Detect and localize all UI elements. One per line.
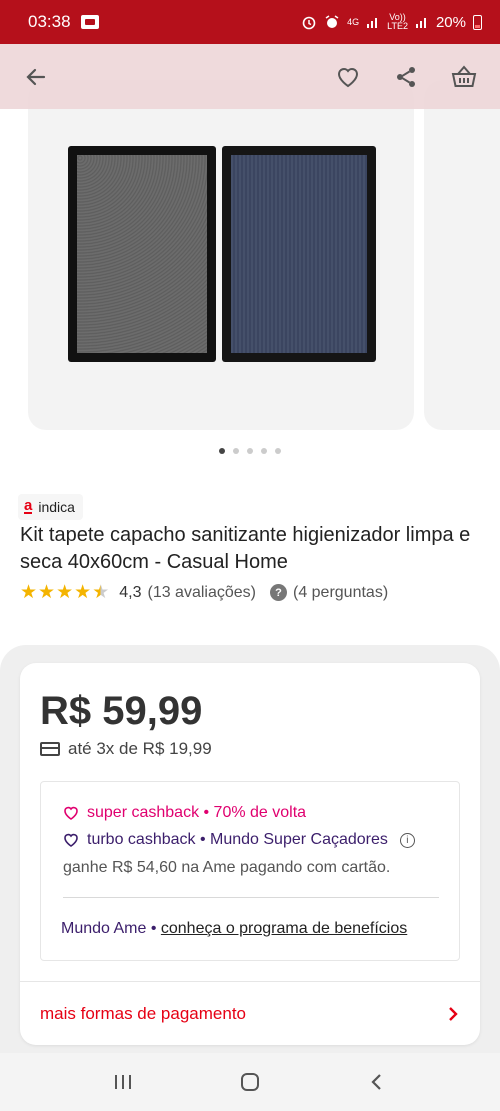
super-cashback-text: super cashback • 70% de volta bbox=[87, 804, 307, 821]
status-indicators: 4G Vo)) LTE2 20% bbox=[301, 13, 482, 31]
share-icon bbox=[397, 66, 415, 87]
half-star-icon: ★ bbox=[92, 582, 110, 603]
divider bbox=[63, 897, 439, 898]
top-action-bar bbox=[0, 44, 500, 109]
turbo-cashback-text: turbo cashback • Mundo Super Caçadores bbox=[87, 831, 388, 848]
star-icon: ★ bbox=[56, 582, 74, 603]
indica-badge: a indica bbox=[18, 494, 83, 520]
turbo-heart-icon bbox=[64, 833, 78, 847]
back-button[interactable] bbox=[18, 59, 54, 95]
back-arrow-icon bbox=[26, 68, 46, 85]
share-button[interactable] bbox=[388, 59, 424, 95]
signal-2-icon bbox=[415, 18, 426, 28]
credit-card-icon bbox=[40, 742, 60, 756]
basket-button[interactable] bbox=[446, 59, 482, 95]
status-bar: 03:38 4G Vo)) LTE2 20% bbox=[0, 0, 500, 44]
mundo-ame-row: Mundo Ame • conheça o programa de benefí… bbox=[61, 920, 407, 938]
product-image-mat-blue bbox=[222, 146, 376, 362]
turbo-cashback-row: turbo cashback • Mundo Super Caçadores i bbox=[63, 831, 415, 849]
system-back-icon bbox=[371, 1074, 381, 1090]
star-icon: ★ bbox=[74, 582, 92, 603]
ame-logo-icon: a bbox=[24, 497, 33, 514]
home-button[interactable] bbox=[230, 1062, 270, 1102]
reviews-link[interactable]: (13 avaliações) bbox=[147, 584, 256, 602]
questions-link[interactable]: (4 perguntas) bbox=[293, 584, 388, 602]
battery-icon bbox=[473, 14, 482, 30]
star-icon: ★ bbox=[20, 582, 38, 603]
product-image-mat-gray bbox=[68, 146, 216, 362]
recent-apps-icon bbox=[115, 1075, 132, 1089]
rating-row: ★ ★ ★ ★ ★ 4,3 (13 avaliações) ? (4 pergu… bbox=[20, 583, 388, 602]
product-price: R$ 59,99 bbox=[40, 689, 203, 733]
home-icon bbox=[240, 1073, 259, 1091]
system-nav-bar bbox=[0, 1053, 500, 1111]
gallery-pagination bbox=[0, 448, 500, 454]
more-payment-label: mais formas de pagamento bbox=[40, 1003, 246, 1023]
volte-label: Vo)) LTE2 bbox=[387, 12, 408, 31]
alarm-icon bbox=[325, 15, 339, 28]
status-time: 03:38 bbox=[28, 12, 71, 31]
installments: até 3x de R$ 19,99 bbox=[40, 739, 212, 759]
alarm-clock-icon bbox=[302, 16, 316, 30]
mundo-ame-link[interactable]: conheça o programa de benefícios bbox=[161, 920, 407, 937]
next-image-card[interactable] bbox=[424, 80, 500, 430]
mundo-ame-prefix: Mundo Ame • bbox=[61, 920, 161, 937]
price-card: R$ 59,99 até 3x de R$ 19,99 super cashba… bbox=[20, 663, 480, 1045]
question-icon: ? bbox=[269, 584, 287, 601]
pagination-dot[interactable] bbox=[275, 448, 281, 454]
more-payment-options[interactable]: mais formas de pagamento bbox=[20, 981, 480, 1045]
notification-app-icon bbox=[80, 15, 99, 29]
info-icon[interactable]: i bbox=[399, 832, 415, 848]
system-back-button[interactable] bbox=[357, 1062, 397, 1102]
top-actions bbox=[330, 59, 482, 95]
pagination-dot[interactable] bbox=[233, 448, 239, 454]
favorite-button[interactable] bbox=[330, 59, 366, 95]
signal-icon bbox=[367, 18, 378, 28]
indica-label: indica bbox=[38, 499, 75, 515]
cashback-heart-icon bbox=[64, 806, 78, 820]
network-type-label: 4G bbox=[347, 16, 360, 27]
pagination-dot-active[interactable] bbox=[219, 448, 225, 454]
product-title: Kit tapete capacho sanitizante higieniza… bbox=[20, 524, 471, 573]
rating-value: 4,3 bbox=[119, 583, 142, 601]
super-cashback-row: super cashback • 70% de volta bbox=[63, 804, 306, 822]
installments-text: até 3x de R$ 19,99 bbox=[68, 739, 212, 758]
ame-earn-text: ganhe R$ 54,60 na Ame pagando com cartão… bbox=[63, 859, 391, 876]
rating-stars: ★ ★ ★ ★ ★ bbox=[20, 583, 109, 602]
star-icon: ★ bbox=[38, 582, 56, 603]
heart-icon bbox=[337, 67, 359, 87]
pagination-dot[interactable] bbox=[261, 448, 267, 454]
basket-icon bbox=[451, 64, 477, 87]
chevron-right-icon bbox=[449, 1006, 458, 1021]
recent-apps-button[interactable] bbox=[103, 1062, 143, 1102]
battery-percent: 20% bbox=[435, 13, 466, 31]
cashback-box: super cashback • 70% de volta turbo cash… bbox=[40, 781, 460, 961]
product-image-card[interactable] bbox=[28, 80, 414, 430]
pagination-dot[interactable] bbox=[247, 448, 253, 454]
ame-earn-row: ganhe R$ 54,60 na Ame pagando com cartão… bbox=[63, 859, 390, 877]
